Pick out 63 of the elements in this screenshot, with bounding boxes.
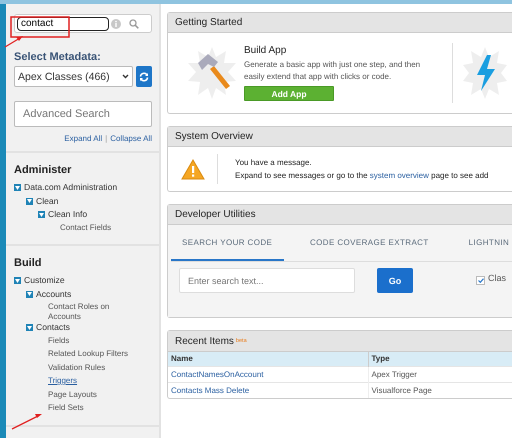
metadata-dropdown[interactable]: Apex Classes (466) [14, 66, 133, 87]
hammer-icon [186, 45, 238, 101]
tab[interactable]: SEARCH YOUR CODE [171, 225, 284, 261]
search-icon[interactable] [129, 18, 139, 28]
checkbox-label: Clas [488, 272, 506, 282]
panel-title: Getting Started [175, 17, 242, 28]
collapse-toggle-icon[interactable] [14, 184, 21, 191]
separator: | [105, 134, 108, 143]
item-link[interactable]: Contacts Mass Delete [171, 386, 250, 395]
tree-item[interactable]: Accounts [36, 288, 72, 298]
tree-item[interactable]: Clean Info [48, 209, 88, 219]
annotation-arrow [4, 36, 23, 48]
message-detail: Expand to see messages or go to the system overview page to see add [235, 170, 489, 182]
panel-title: Recent Items [175, 336, 234, 346]
tree-item[interactable]: Contacts [36, 322, 70, 332]
go-button[interactable]: Go [377, 268, 413, 293]
highlight-frame [10, 16, 70, 38]
tree-item[interactable]: Clean [36, 196, 58, 206]
checkbox[interactable] [476, 276, 485, 285]
table-cell: Apex Trigger [368, 366, 512, 382]
message-text: You have a message. [235, 157, 313, 169]
collapse-toggle-icon[interactable] [26, 290, 33, 298]
expand-all-link[interactable]: Expand All [64, 134, 102, 143]
item-link[interactable]: ContactNamesOnAccount [171, 370, 264, 378]
panel-title: System Overview [175, 131, 253, 142]
refresh-icon [139, 72, 149, 82]
tree-item[interactable]: Page Layouts [38, 390, 97, 400]
tree-item[interactable]: Fields [38, 336, 70, 346]
collapse-toggle-icon[interactable] [26, 198, 33, 204]
beta-label: beta [236, 338, 247, 344]
tree-link[interactable]: Triggers [38, 376, 78, 386]
tree-item[interactable]: Data.com Administration [24, 182, 118, 192]
column-header: Type [368, 352, 512, 366]
collapse-toggle-icon[interactable] [38, 211, 45, 218]
description-text: Generate a basic app with just one step, and then easily extend that app with clicks or code. [244, 59, 422, 83]
tree-item[interactable]: Field Sets [38, 403, 84, 413]
chevron-down-icon [122, 74, 129, 79]
collapse-toggle-icon[interactable] [14, 277, 21, 284]
tree-item[interactable]: Contact Roles on Accounts [38, 302, 130, 322]
panel-title: Developer Utilities [175, 209, 256, 220]
lightning-icon [463, 45, 507, 101]
table-cell: Visualforce Page [368, 382, 512, 398]
collapse-toggle-icon[interactable] [26, 324, 33, 331]
system-overview-link[interactable]: system overview [370, 171, 429, 180]
code-search-field[interactable]: Enter search text... [179, 268, 355, 293]
section-title: Build [14, 257, 42, 269]
tab[interactable]: LIGHTNIN [442, 225, 512, 261]
tree-item[interactable]: Validation Rules [38, 362, 106, 372]
section-heading: Build App [244, 45, 288, 56]
warning-icon [180, 158, 204, 180]
section-title: Administer [14, 164, 72, 176]
search-field[interactable]: contact [14, 14, 152, 33]
annotation-arrow [12, 414, 42, 430]
field-label: Select Metadata: [14, 51, 102, 63]
tab[interactable]: CODE COVERAGE EXTRACT [284, 225, 443, 261]
advanced-search-field[interactable]: Advanced Search [14, 101, 152, 127]
tree-item[interactable]: Customize [24, 275, 65, 285]
info-icon [111, 18, 121, 28]
column-header: Name [168, 352, 368, 366]
collapse-all-link[interactable]: Collapse All [110, 134, 152, 143]
tree-item[interactable]: Related Lookup Filters [38, 349, 128, 359]
tree-item[interactable]: Contact Fields [50, 222, 112, 232]
refresh-button[interactable] [136, 66, 152, 87]
